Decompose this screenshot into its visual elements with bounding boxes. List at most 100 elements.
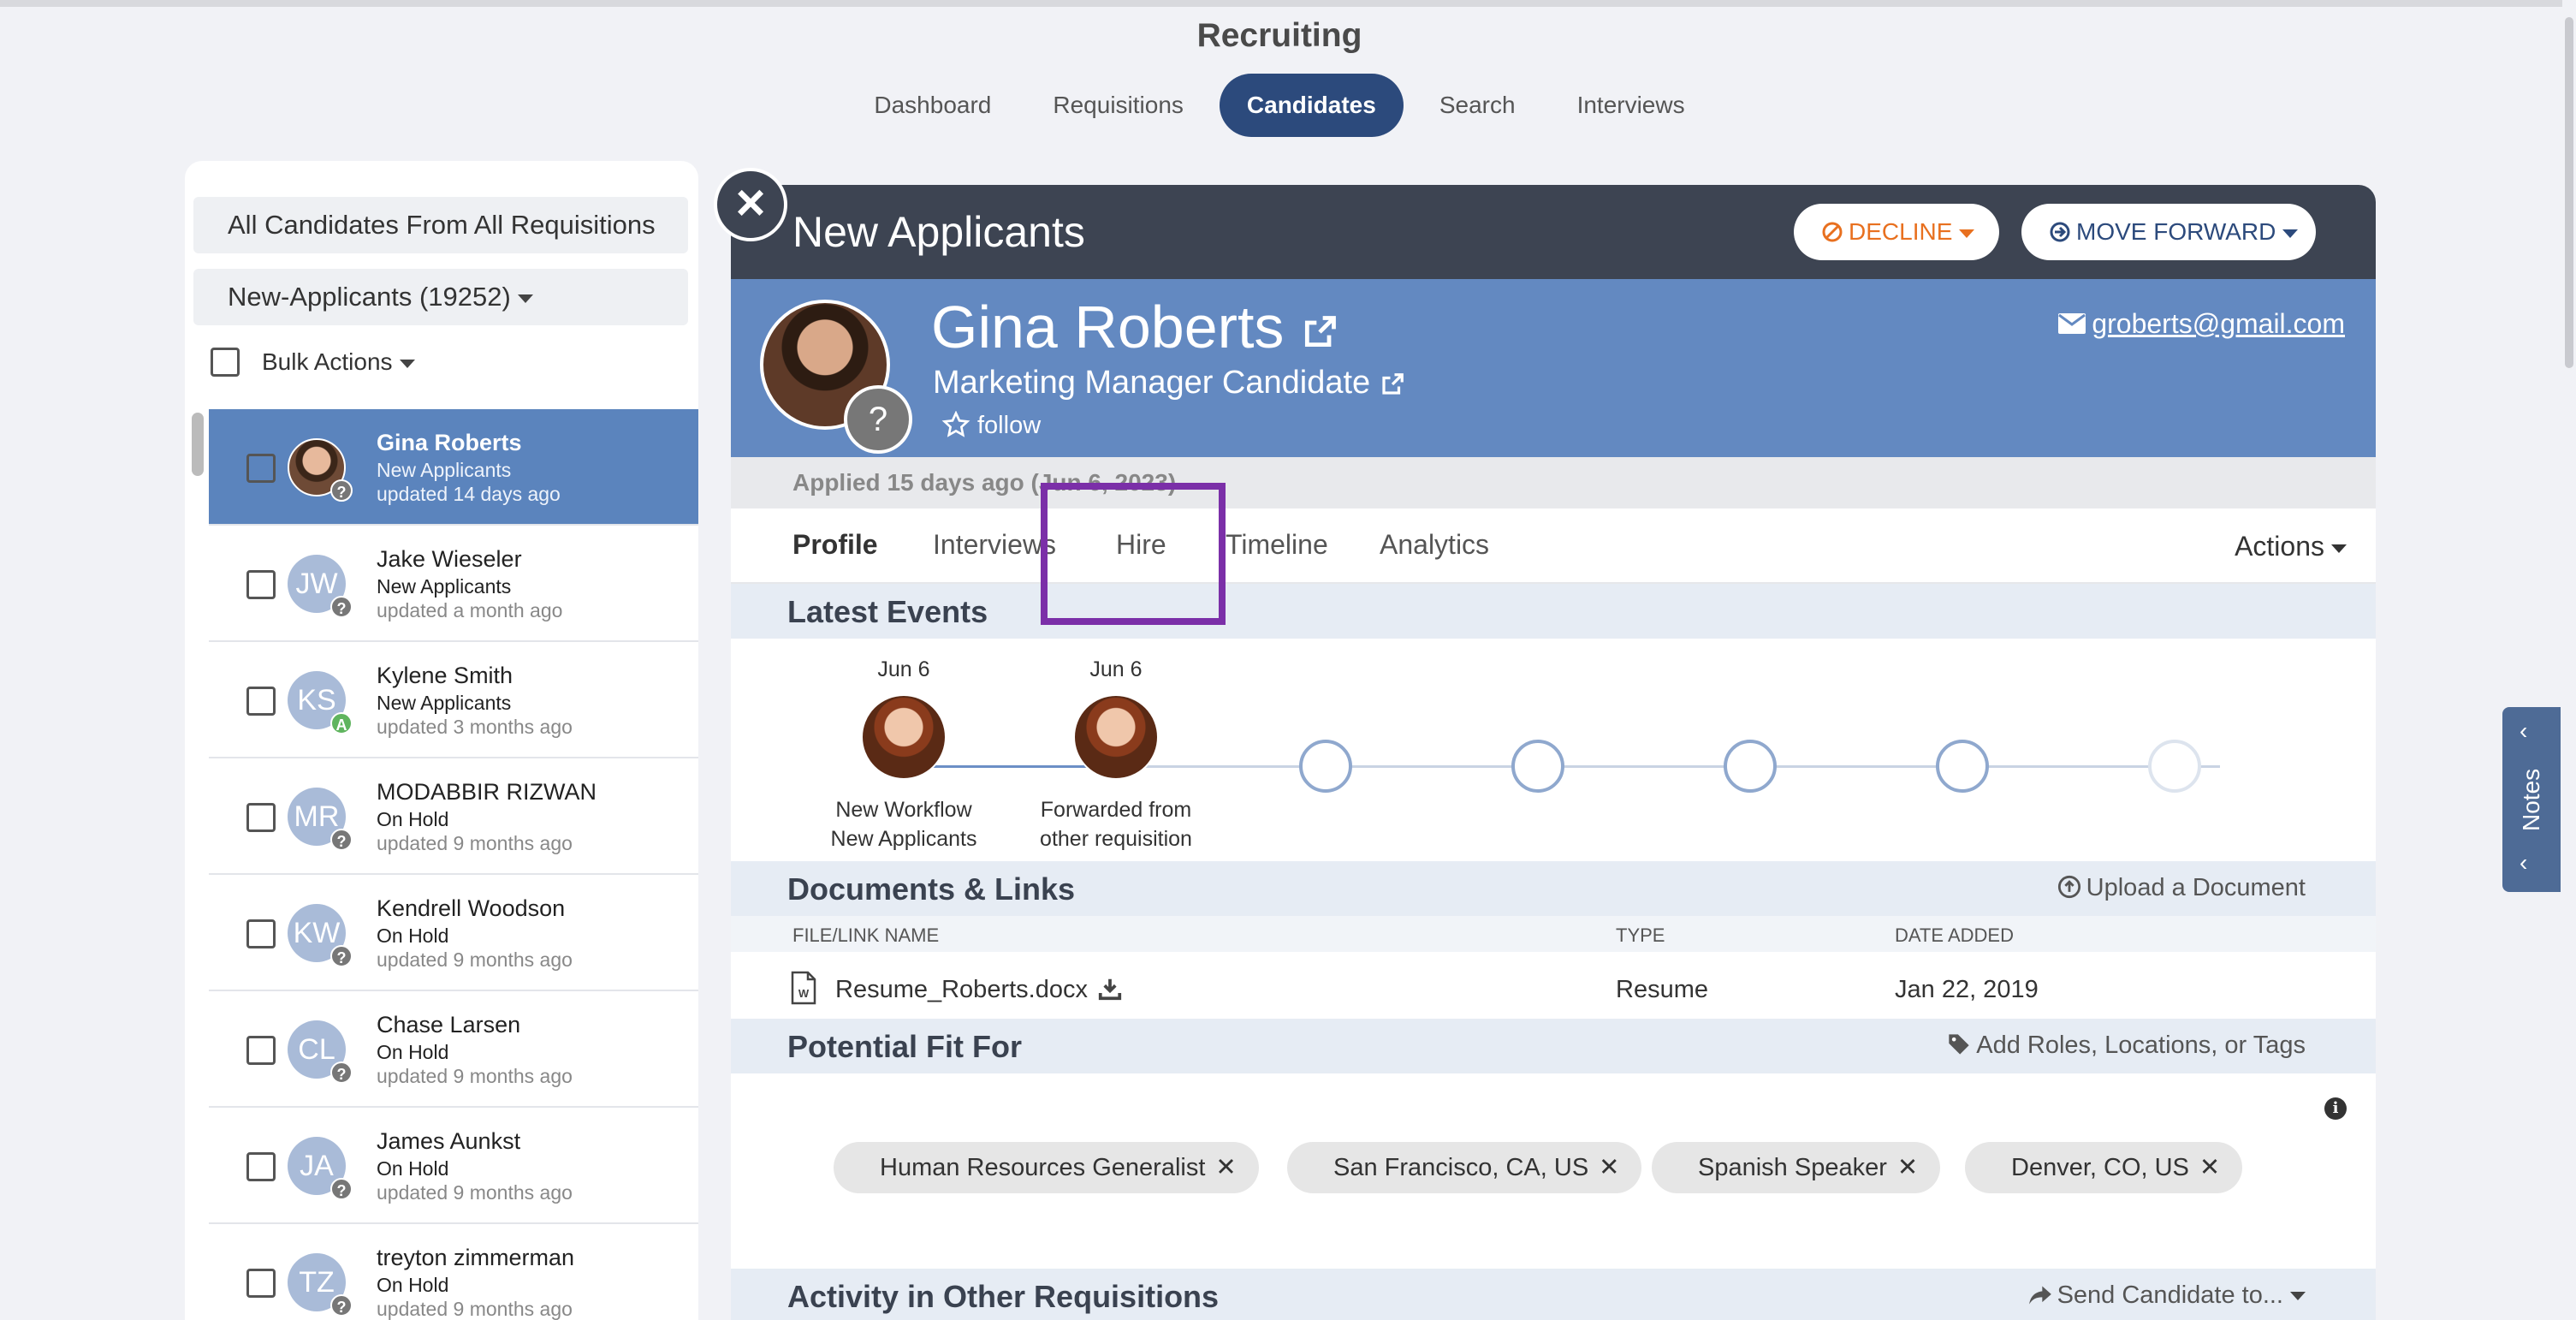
bulk-actions-label: Bulk Actions (262, 348, 393, 375)
candidate-row[interactable]: JW ? Jake Wieseler New Applicants update… (209, 526, 698, 642)
candidate-checkbox[interactable] (246, 1036, 276, 1065)
candidate-name: treyton zimmerman (377, 1245, 575, 1270)
add-tags-button[interactable]: Add Roles, Locations, or Tags (1947, 1032, 2306, 1060)
detail-tabs: Profile Interviews Hire Timeline Analyti… (731, 508, 2376, 584)
bulk-actions-row: Bulk Actions (211, 348, 415, 377)
status-badge-label: ? (868, 401, 888, 438)
candidate-checkbox[interactable] (246, 1152, 276, 1181)
candidate-checkbox[interactable] (246, 919, 276, 948)
send-candidate-dropdown[interactable]: Send Candidate to... (2028, 1281, 2306, 1310)
notes-tab[interactable]: ‹ Notes ‹ (2502, 707, 2561, 892)
stage-title: New Applicants (792, 208, 1085, 256)
remove-tag-icon[interactable]: ✕ (1215, 1154, 1236, 1181)
nav-candidates[interactable]: Candidates (1219, 74, 1404, 137)
actions-label: Actions (2235, 531, 2324, 562)
candidate-updated: updated 9 months ago (377, 832, 573, 854)
timeline-placeholder (1936, 740, 1989, 793)
remove-tag-icon[interactable]: ✕ (2199, 1154, 2220, 1181)
candidate-status: On Hold (377, 808, 449, 830)
candidate-checkbox[interactable] (246, 687, 276, 716)
chevron-down-icon (2290, 1292, 2306, 1301)
timeline-event[interactable]: Jun 6 New Workflow New Applicants (792, 657, 1015, 853)
upload-document-button[interactable]: Upload a Document (2057, 874, 2306, 902)
list-scrollbar[interactable] (192, 413, 204, 476)
potential-fit-header: Potential Fit For Add Roles, Locations, … (731, 1019, 2376, 1073)
move-forward-button[interactable]: MOVE FORWARD (2021, 204, 2316, 260)
close-panel-button[interactable]: × (714, 168, 787, 241)
candidate-row[interactable]: CL ? Chase Larsen On Hold updated 9 mont… (209, 991, 698, 1108)
tab-interviews[interactable]: Interviews (933, 529, 1056, 561)
nav-requisitions[interactable]: Requisitions (1027, 74, 1209, 137)
chevron-down-icon (399, 359, 415, 368)
event-date: Jun 6 (877, 657, 930, 681)
documents-table: FILE/LINK NAME TYPE DATE ADDED W Resume_… (731, 916, 2376, 1026)
download-icon[interactable] (1097, 976, 1123, 1002)
candidate-role-link[interactable]: Marketing Manager Candidate (933, 365, 1405, 401)
nav-search[interactable]: Search (1414, 74, 1541, 137)
timeline-placeholder (1299, 740, 1352, 793)
stage-filter-dropdown[interactable]: New-Applicants (19252) (193, 269, 688, 325)
candidate-list-panel: All Candidates From All Requisitions New… (185, 161, 698, 1320)
candidate-checkbox[interactable] (246, 570, 276, 599)
candidate-updated: updated 9 months ago (377, 1065, 573, 1087)
nav-dashboard[interactable]: Dashboard (848, 74, 1017, 137)
info-icon[interactable]: i (2324, 1097, 2347, 1120)
event-date: Jun 6 (1089, 657, 1143, 681)
status-badge: ? (330, 1294, 353, 1317)
candidate-email: groberts@gmail.com (2092, 308, 2345, 339)
tag-label: Denver, CO, US (2011, 1154, 2189, 1181)
candidate-row[interactable]: KW ? Kendrell Woodson On Hold updated 9 … (209, 875, 698, 991)
chevron-down-icon (2282, 229, 2299, 238)
applied-info: Applied 15 days ago (Jun 6, 2023) (731, 457, 2376, 508)
status-badge[interactable]: ? (844, 385, 912, 454)
event-label-line1: New Workflow (835, 798, 972, 822)
status-badge: A (330, 712, 353, 734)
candidate-updated: updated a month ago (377, 599, 563, 621)
follow-button[interactable]: follow (941, 410, 1041, 440)
candidate-row[interactable]: KS A Kylene Smith New Applicants updated… (209, 642, 698, 758)
timeline-placeholder (1511, 740, 1564, 793)
scrollbar-thumb[interactable] (2565, 17, 2573, 368)
remove-tag-icon[interactable]: ✕ (1897, 1154, 1918, 1181)
document-name-link[interactable]: Resume_Roberts.docx (835, 976, 1088, 1004)
table-header: FILE/LINK NAME TYPE DATE ADDED (731, 916, 2376, 952)
tab-analytics[interactable]: Analytics (1380, 529, 1489, 561)
candidate-email-link[interactable]: groberts@gmail.com (2057, 308, 2345, 340)
candidate-row[interactable]: ? Gina Roberts New Applicants updated 14… (209, 409, 698, 526)
candidate-name: James Aunkst (377, 1128, 521, 1154)
timeline-event[interactable]: Jun 6 Forwarded from other requisition (1005, 657, 1227, 853)
decline-button[interactable]: DECLINE (1794, 204, 1999, 260)
candidate-checkbox[interactable] (246, 1269, 276, 1298)
candidate-row[interactable]: TZ ? treyton zimmerman On Hold updated 9… (209, 1224, 698, 1320)
timeline-placeholder (2148, 740, 2201, 793)
remove-tag-icon[interactable]: ✕ (1599, 1154, 1619, 1181)
tag-icon (1949, 1034, 1969, 1055)
chevron-left-icon: ‹ (2520, 717, 2528, 744)
event-label-line1: Forwarded from (1040, 798, 1192, 822)
section-title: Potential Fit For (787, 1029, 1022, 1064)
candidate-status: On Hold (377, 1157, 449, 1180)
candidate-name: Chase Larsen (377, 1012, 521, 1038)
column-header: DATE ADDED (1895, 925, 2014, 946)
candidate-name-link[interactable]: Gina Roberts (931, 293, 1338, 361)
bulk-actions-dropdown[interactable]: Bulk Actions (262, 348, 415, 376)
candidate-row[interactable]: MR ? MODABBIR RIZWAN On Hold updated 9 m… (209, 758, 698, 875)
tag-label: San Francisco, CA, US (1333, 1154, 1589, 1181)
candidate-checkbox[interactable] (246, 803, 276, 832)
svg-text:W: W (798, 987, 810, 1000)
tab-timeline[interactable]: Timeline (1226, 529, 1328, 561)
fit-tag: Denver, CO, US ✕ (1965, 1142, 2243, 1193)
requisition-filter[interactable]: All Candidates From All Requisitions (193, 197, 688, 253)
avatar (861, 694, 947, 780)
nav-interviews[interactable]: Interviews (1552, 74, 1711, 137)
ban-icon (1822, 222, 1843, 242)
page-scrollbar[interactable] (2562, 0, 2576, 1320)
actions-dropdown[interactable]: Actions (2235, 531, 2347, 562)
candidate-row[interactable]: JA ? James Aunkst On Hold updated 9 mont… (209, 1108, 698, 1224)
select-all-checkbox[interactable] (211, 348, 240, 377)
tab-profile[interactable]: Profile (792, 529, 878, 561)
candidate-updated: updated 9 months ago (377, 1181, 573, 1204)
close-icon: × (735, 174, 766, 231)
candidate-checkbox[interactable] (246, 454, 276, 483)
activity-header: Activity in Other Requisitions Send Cand… (731, 1269, 2376, 1320)
